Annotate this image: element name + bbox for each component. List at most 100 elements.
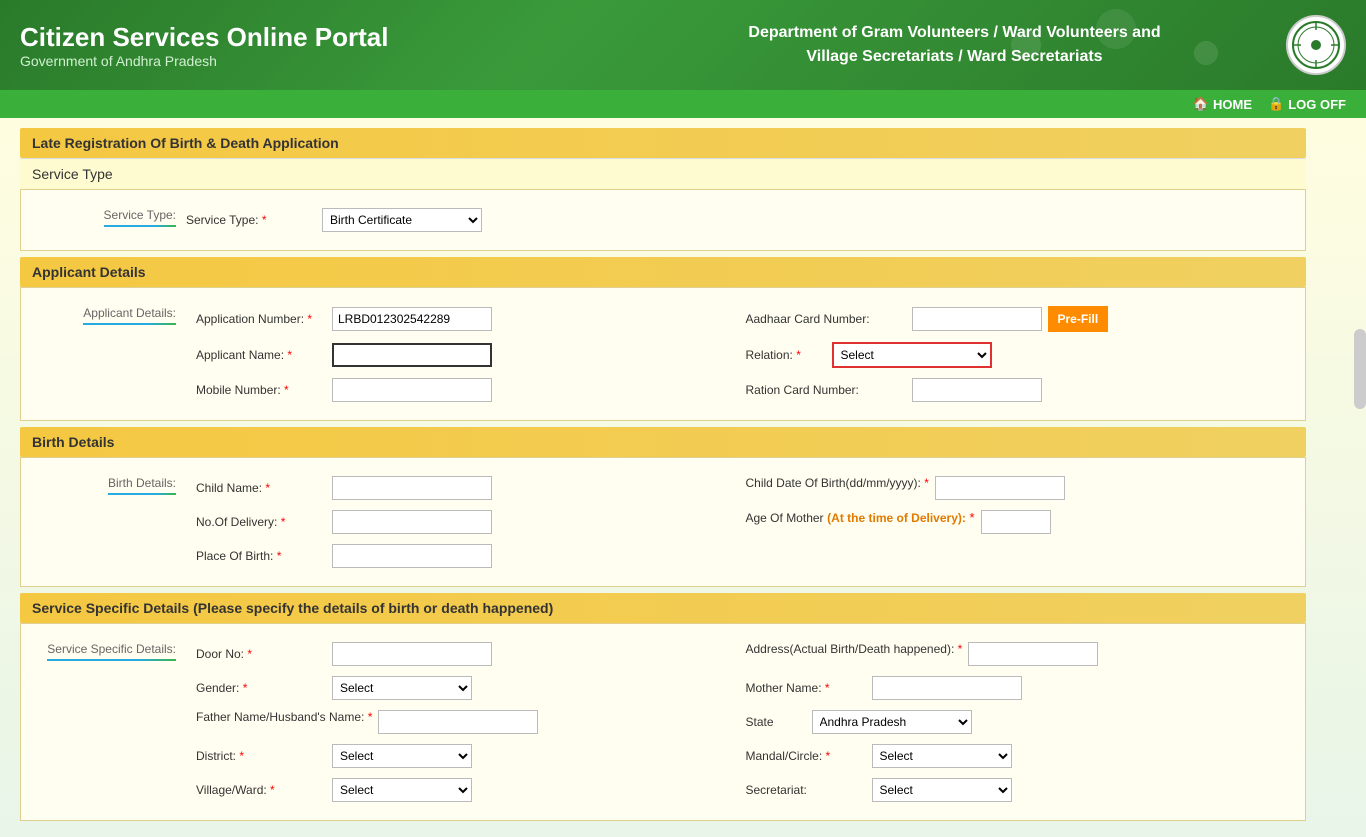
child-dob-label: Child Date Of Birth(dd/mm/yyyy): * [746,476,929,492]
birth-sidebar-bar [108,493,176,495]
service-specific-heading: Service Specific Details (Please specify… [20,593,1306,623]
birth-grid: Child Name: * Child Date Of Birth(dd/mm/… [186,474,1305,570]
service-type-sidebar-label: Service Type: [104,208,176,227]
mobile-input[interactable] [332,378,492,402]
mandal-select[interactable]: Select [872,744,1012,768]
birth-details-heading: Birth Details [20,427,1306,457]
navigation-bar: 🏠 HOME 🔒 LOG OFF [0,90,1366,118]
place-of-birth-input[interactable] [332,544,492,568]
main-content: Late Registration Of Birth & Death Appli… [0,118,1366,837]
applicant-name-field: Applicant Name: * [196,340,746,370]
age-of-mother-field: Age Of Mother (At the time of Delivery):… [746,508,1296,536]
logoff-label: LOG OFF [1288,97,1346,112]
address-input[interactable] [968,642,1098,666]
application-number-input[interactable] [332,307,492,331]
district-field: District: * Select [196,742,746,770]
birth-sidebar-label: Birth Details: [108,476,176,495]
village-field: Village/Ward: * Select [196,776,746,804]
prefill-button[interactable]: Pre-Fill [1048,306,1109,332]
door-no-input[interactable] [332,642,492,666]
address-field: Address(Actual Birth/Death happened): * [746,640,1296,668]
header-branding: Citizen Services Online Portal Governmen… [20,22,643,69]
ration-card-field: Ration Card Number: [746,376,1296,404]
age-of-mother-input[interactable] [981,510,1051,534]
logoff-icon: 🔒 [1268,96,1284,112]
state-field: State Andhra Pradesh Telangana Tamil Nad… [746,708,1296,736]
gender-select[interactable]: Select Male Female Other [332,676,472,700]
child-name-label: Child Name: * [196,481,326,495]
place-of-birth-field: Place Of Birth: * [196,542,746,570]
child-name-input[interactable] [332,476,492,500]
child-dob-field: Child Date Of Birth(dd/mm/yyyy): * [746,474,1296,502]
specific-with-sidebar: Service Specific Details: Door No: * [21,634,1305,810]
gender-label: Gender: * [196,681,326,695]
state-label: State [746,715,806,729]
specific-fields: Door No: * Address(Actual Birth/Death ha… [186,634,1305,810]
age-of-mother-label: Age Of Mother (At the time of Delivery):… [746,510,975,525]
birth-details-body: Birth Details: Child Name: * [20,457,1306,587]
aadhaar-label: Aadhaar Card Number: [746,312,906,326]
service-type-sidebar: Service Type: [21,200,186,240]
birth-empty-cell [746,542,1296,570]
child-dob-input[interactable] [935,476,1065,500]
page-header: Citizen Services Online Portal Governmen… [0,0,1366,90]
logoff-link[interactable]: 🔒 LOG OFF [1268,96,1346,112]
secretariat-label: Secretariat: [746,783,866,797]
specific-grid: Door No: * Address(Actual Birth/Death ha… [186,640,1305,804]
birth-sidebar: Birth Details: [21,468,186,576]
govt-logo: AP [1286,15,1346,75]
specific-sidebar: Service Specific Details: [21,634,186,810]
home-icon: 🏠 [1193,96,1209,112]
mandal-field: Mandal/Circle: * Select [746,742,1296,770]
secretariat-field: Secretariat: Select [746,776,1296,804]
service-type-fields: Service Type: * Birth Certificate Death … [186,200,1305,240]
place-of-birth-label: Place Of Birth: * [196,549,326,563]
state-select[interactable]: Andhra Pradesh Telangana Tamil Nadu Karn… [812,710,972,734]
applicant-details-section: Applicant Details Applicant Details: App… [20,257,1306,421]
ration-card-label: Ration Card Number: [746,383,906,397]
header-logo-area: AP [1266,15,1346,75]
ration-card-input[interactable] [912,378,1042,402]
no-of-delivery-input[interactable] [332,510,492,534]
service-type-field: Service Type: * Birth Certificate Death … [186,206,1305,234]
application-number-label: Application Number: * [196,312,326,326]
aadhaar-input[interactable] [912,307,1042,331]
secretariat-select[interactable]: Select [872,778,1012,802]
applicant-details-body: Applicant Details: Application Number: * [20,287,1306,421]
no-of-delivery-label: No.Of Delivery: * [196,515,326,529]
dept-line1: Department of Gram Volunteers / Ward Vol… [643,21,1266,45]
svg-text:AP: AP [1312,44,1320,50]
page-title: Late Registration Of Birth & Death Appli… [32,135,339,151]
birth-with-sidebar: Birth Details: Child Name: * [21,468,1305,576]
scrollbar[interactable] [1354,329,1366,409]
specific-sidebar-label: Service Specific Details: [47,642,176,661]
applicant-with-sidebar: Applicant Details: Application Number: * [21,298,1305,410]
father-name-label: Father Name/Husband's Name: * [196,710,372,724]
applicant-name-input[interactable] [332,343,492,367]
mandal-label: Mandal/Circle: * [746,749,866,763]
page-title-bar: Late Registration Of Birth & Death Appli… [20,128,1306,158]
service-type-body: Service Type: Service Type: * Birth Cert… [20,189,1306,251]
district-select[interactable]: Select [332,744,472,768]
service-type-heading: Service Type [20,158,1306,189]
village-label: Village/Ward: * [196,783,326,797]
service-type-select[interactable]: Birth Certificate Death Certificate [322,208,482,232]
mobile-field: Mobile Number: * [196,376,746,404]
applicant-details-heading: Applicant Details [20,257,1306,287]
relation-label: Relation: * [746,348,826,362]
mother-name-field: Mother Name: * [746,674,1296,702]
home-link[interactable]: 🏠 HOME [1193,96,1252,112]
relation-select[interactable]: Select Self Father Mother Spouse Son Dau… [832,342,992,368]
mother-name-input[interactable] [872,676,1022,700]
header-department: Department of Gram Volunteers / Ward Vol… [643,21,1266,69]
father-name-input[interactable] [378,710,538,734]
district-label: District: * [196,749,326,763]
applicant-sidebar-bar [83,323,176,325]
service-type-label: Service Type: * [186,213,316,227]
specific-sidebar-bar [47,659,176,661]
mobile-label: Mobile Number: * [196,383,326,397]
aadhaar-field: Aadhaar Card Number: Pre-Fill [746,304,1296,334]
village-select[interactable]: Select [332,778,472,802]
applicant-sidebar: Applicant Details: [21,298,186,410]
service-specific-section: Service Specific Details (Please specify… [20,593,1306,821]
